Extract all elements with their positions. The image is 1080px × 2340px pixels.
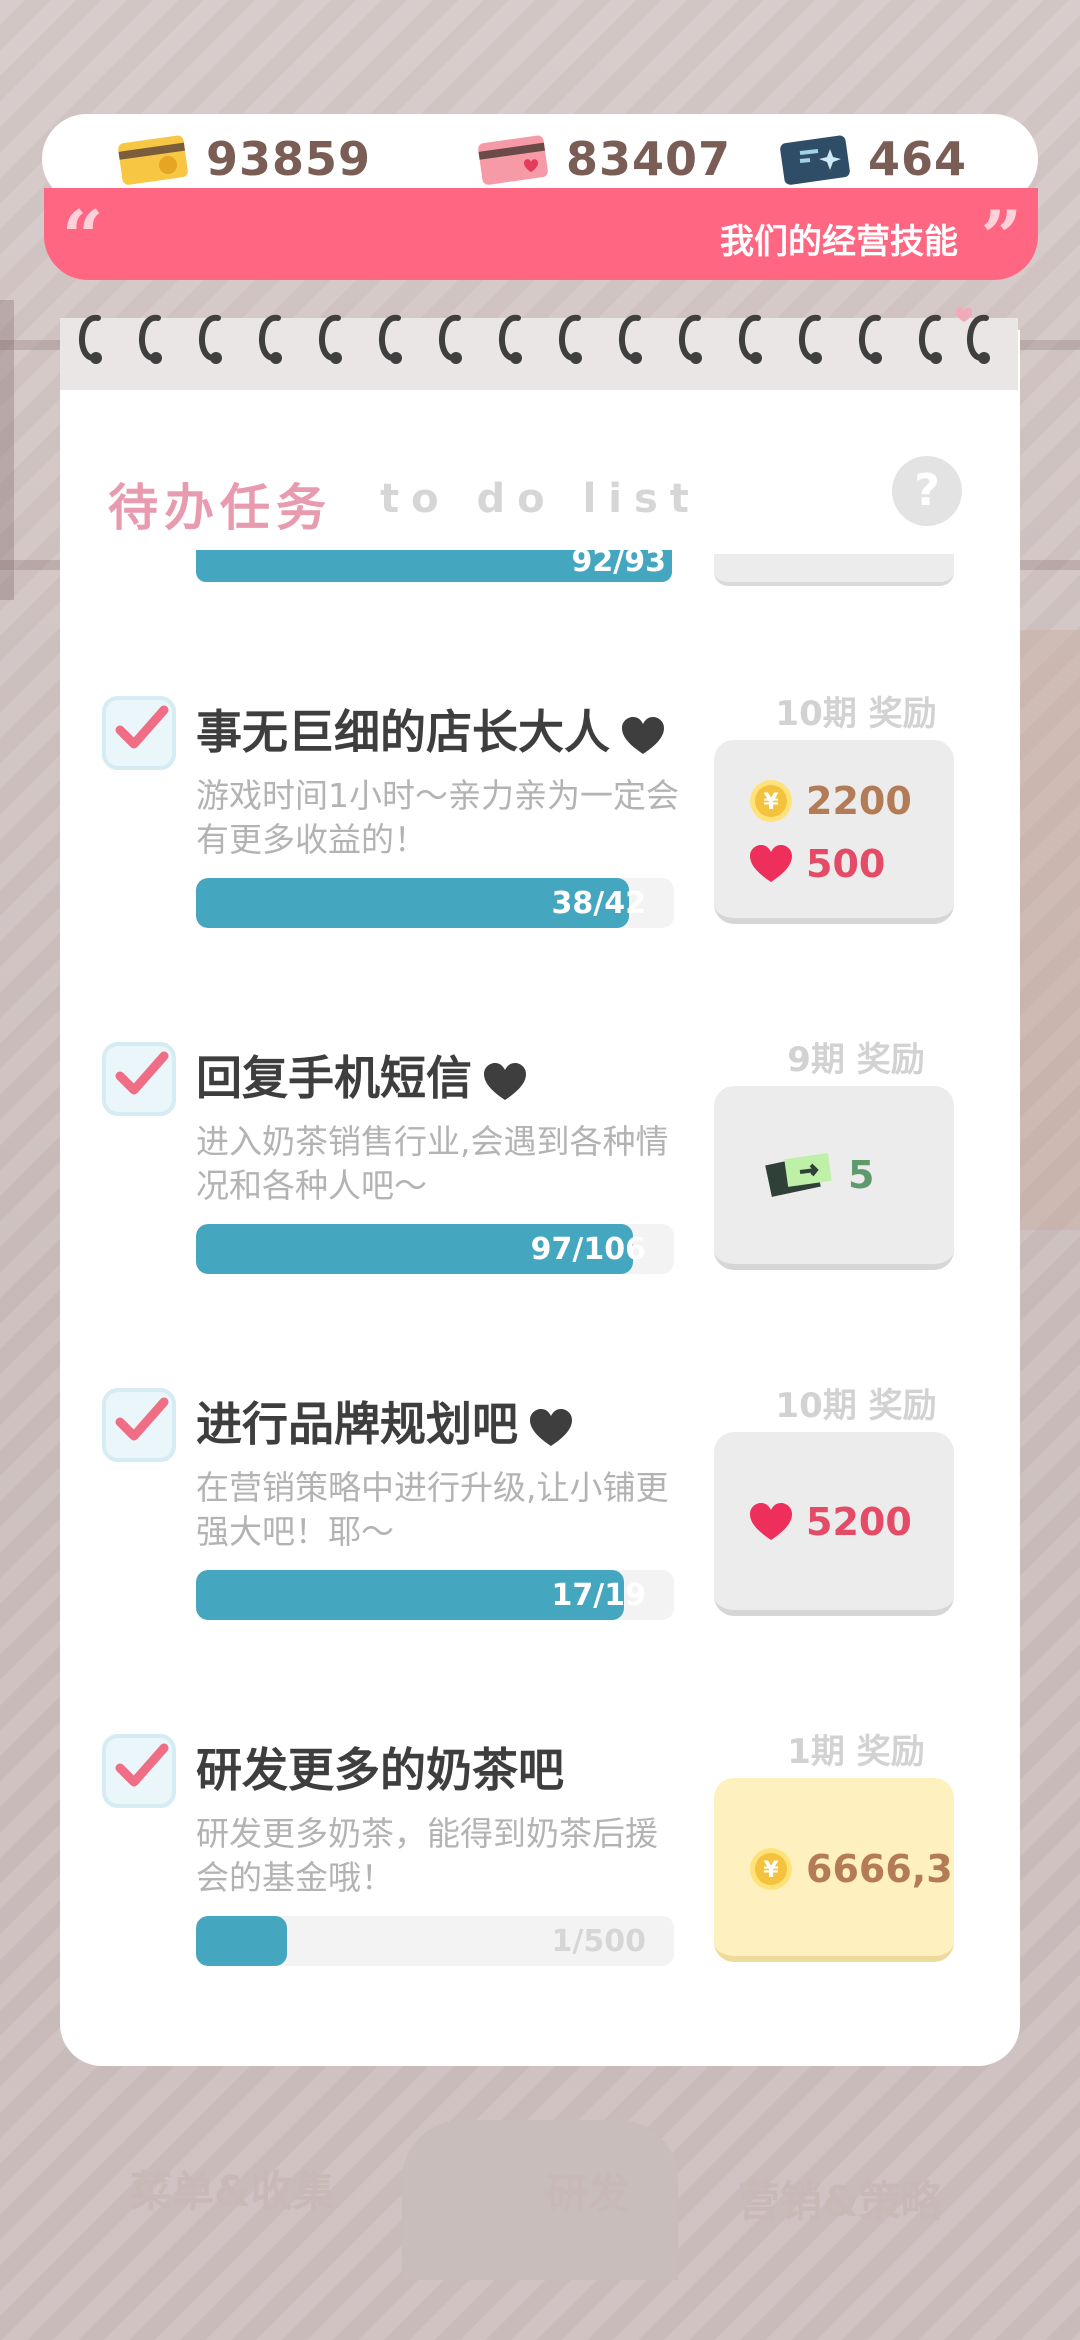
reward-value: 500 [806, 842, 886, 886]
nav-center-plate [402, 2120, 678, 2280]
spiral-rings-icon [78, 307, 990, 364]
skills-banner[interactable]: “ 我们的经营技能 ” [44, 188, 1038, 280]
task-checkbox[interactable] [102, 1734, 176, 1808]
task-checkbox[interactable] [102, 1388, 176, 1462]
task-title: 进行品牌规划吧 [196, 1388, 574, 1454]
task-item: 研发更多的奶茶吧 研发更多奶茶，能得到奶茶后援会的基金哦！ 1/500 1期 奖… [96, 1732, 976, 2034]
heart-currency[interactable]: 83407 [476, 124, 752, 194]
ticket-amount: 464 [868, 132, 988, 192]
task-progress-fill [196, 1916, 287, 1966]
checkmark-icon [115, 1397, 169, 1441]
bottom-nav: 菜单&收集 研发 营销&策略 [0, 2080, 1080, 2340]
banner-text: 我们的经营技能 [720, 222, 958, 262]
reward-label: 9期 奖励 [787, 1040, 925, 1080]
task-progress-text: 17/19 [551, 1578, 646, 1613]
coin-icon: ¥ [750, 1848, 792, 1890]
ticket-card-icon [780, 135, 850, 185]
nav-tab-menu[interactable]: 菜单&收集 [130, 2158, 335, 2219]
reward-coin: ¥ 6666,3 [748, 1846, 953, 1892]
heart-card-icon [478, 135, 548, 185]
reward-heart: 500 [748, 842, 885, 886]
help-button[interactable]: ? [892, 456, 962, 526]
task-title: 回复手机短信 [196, 1042, 528, 1108]
checkmark-icon [115, 705, 169, 749]
background-window [1010, 630, 1080, 1230]
gold-currency[interactable]: 93859 [116, 124, 392, 194]
task-description: 游戏时间1小时～亲力亲为一定会有更多收益的！ [196, 776, 679, 859]
close-quote-icon: ” [980, 194, 1022, 279]
task-checkbox[interactable] [102, 1042, 176, 1116]
svg-text:¥: ¥ [763, 1858, 779, 1883]
reward-value: 6666,3 [806, 1847, 953, 1891]
reward-coin: ¥ 2200 [748, 778, 912, 824]
task-title: 事无巨细的店长大人 [196, 696, 666, 762]
gold-card-icon [118, 135, 188, 185]
task-item: 进行品牌规划吧 在营销策略中进行升级,让小铺更强大吧！耶～ 17/19 10期 … [96, 1386, 976, 1688]
partial-progress-bar: 92/93 [196, 544, 672, 582]
task-title-text: 研发更多的奶茶吧 [196, 1743, 564, 1797]
heart-icon [622, 716, 664, 754]
task-title-text: 进行品牌规划吧 [196, 1397, 518, 1451]
reward-box[interactable]: ¥ 2200 500 [714, 740, 954, 924]
heart-amount: 83407 [566, 132, 752, 192]
heart-icon [750, 1503, 792, 1540]
reward-value: 5 [848, 1153, 875, 1197]
task-progress-text: 97/106 [530, 1232, 646, 1267]
task-checkbox[interactable] [102, 696, 176, 770]
ticket-icon [765, 1153, 832, 1197]
reward-label: 10期 奖励 [775, 694, 937, 734]
task-description: 进入奶茶销售行业,会遇到各种情况和各种人吧～ [196, 1122, 669, 1205]
checkmark-icon [115, 1051, 169, 1095]
reward-value: 2200 [806, 779, 912, 823]
todo-title: 待办任务 [108, 479, 332, 537]
task-description: 在营销策略中进行升级,让小铺更强大吧！耶～ [196, 1468, 669, 1551]
heart-icon [750, 845, 792, 882]
open-quote-icon: “ [62, 194, 104, 279]
coin-icon: ¥ [750, 780, 792, 822]
ticket-currency[interactable]: 464 [778, 124, 988, 194]
checkmark-icon [115, 1743, 169, 1787]
todo-subtitle: to do list [380, 476, 701, 522]
task-title: 研发更多的奶茶吧 [196, 1734, 564, 1800]
heart-icon [530, 1408, 572, 1446]
task-description: 研发更多奶茶，能得到奶茶后援会的基金哦！ [196, 1814, 658, 1897]
task-item: 回复手机短信 进入奶茶销售行业,会遇到各种情况和各种人吧～ 97/106 9期 … [96, 1040, 976, 1342]
task-progress-text: 1/500 [551, 1924, 646, 1959]
nav-tab-research[interactable]: 研发 [546, 2160, 630, 2221]
gold-amount: 93859 [206, 132, 392, 192]
partial-progress-text: 92/93 [571, 544, 666, 579]
task-progress-bar: 97/106 [196, 1224, 674, 1274]
task-progress-bar: 38/42 [196, 878, 674, 928]
task-item: 事无巨细的店长大人 游戏时间1小时～亲力亲为一定会有更多收益的！ 38/42 1… [96, 694, 976, 996]
task-progress-text: 38/42 [551, 886, 646, 921]
task-title-text: 回复手机短信 [196, 1051, 472, 1105]
task-progress-bar: 1/500 [196, 1916, 674, 1966]
task-progress-bar: 17/19 [196, 1570, 674, 1620]
reward-label: 10期 奖励 [775, 1386, 937, 1426]
reward-box[interactable]: 5 [714, 1086, 954, 1270]
background-rail [0, 300, 14, 600]
reward-box[interactable]: 5200 [714, 1432, 954, 1616]
reward-box[interactable]: ¥ 6666,3 [714, 1778, 954, 1962]
reward-label: 1期 奖励 [787, 1732, 925, 1772]
task-title-text: 事无巨细的店长大人 [196, 705, 610, 759]
reward-ticket: 5 [764, 1152, 874, 1198]
partial-reward-box[interactable] [714, 554, 954, 586]
svg-text:¥: ¥ [763, 790, 779, 815]
reward-value: 5200 [806, 1500, 912, 1544]
heart-icon [484, 1062, 526, 1100]
nav-tab-marketing[interactable]: 营销&策略 [738, 2168, 943, 2229]
reward-heart: 5200 [748, 1500, 912, 1544]
